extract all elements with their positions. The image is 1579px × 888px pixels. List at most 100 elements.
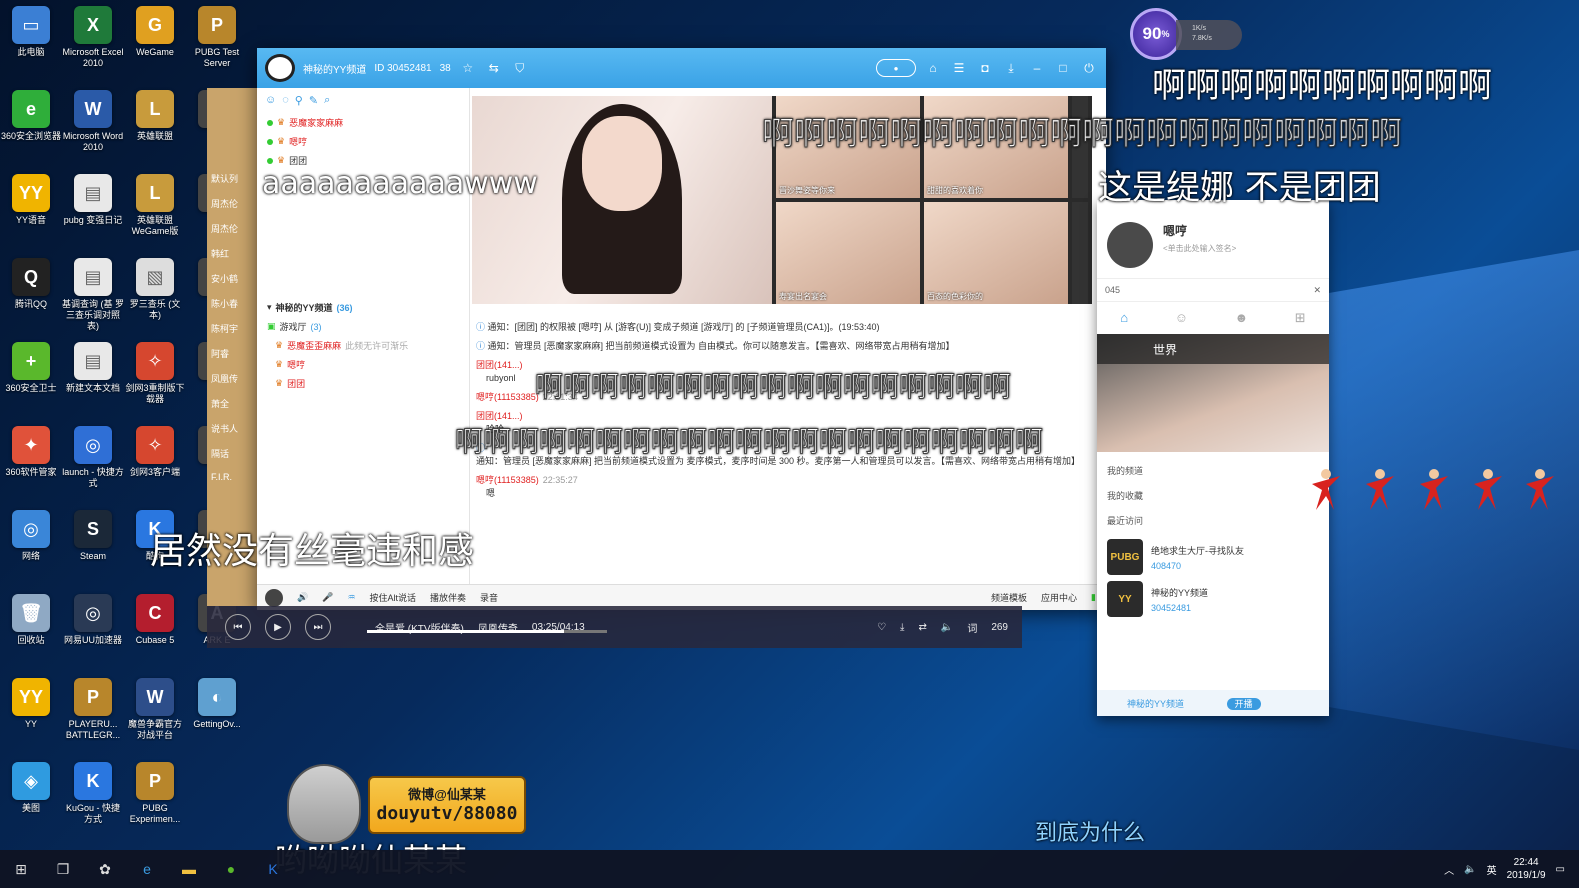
- start-live-button[interactable]: 开播: [1226, 698, 1261, 710]
- desktop-icon[interactable]: C Cubase 5: [124, 594, 186, 672]
- ie-icon[interactable]: e: [126, 850, 168, 888]
- template-button[interactable]: 频道模板: [991, 591, 1027, 604]
- record-button[interactable]: 录音: [480, 591, 498, 604]
- mini-menu-item[interactable]: 我的收藏: [1107, 483, 1319, 508]
- kugou-playlist-item[interactable]: 韩红: [207, 241, 257, 266]
- speaker-icon[interactable]: 🔊: [297, 592, 308, 603]
- task-view-icon[interactable]: ❐: [42, 850, 84, 888]
- kugou-playlist-item[interactable]: 说书人: [207, 416, 257, 441]
- progress-bar[interactable]: [367, 630, 607, 633]
- kugou-taskbar-icon[interactable]: K: [252, 850, 294, 888]
- desktop-icon[interactable]: ✦ 360软件管家: [0, 426, 62, 504]
- chat-icon[interactable]: ◌: [282, 94, 289, 107]
- kugou-playlist-item[interactable]: 隔话: [207, 441, 257, 466]
- desktop-icon[interactable]: P PUBG Test Server: [186, 6, 248, 84]
- desktop-icon[interactable]: S Steam: [62, 510, 124, 588]
- kugou-playlist-item[interactable]: 周杰伦: [207, 216, 257, 241]
- tab-home-icon[interactable]: ⌂: [1120, 310, 1128, 326]
- close-icon[interactable]: ✕: [1313, 285, 1321, 296]
- user-icon[interactable]: ☺: [265, 94, 276, 107]
- ime-indicator[interactable]: 英: [1487, 862, 1497, 877]
- 360-icon[interactable]: ●: [210, 850, 252, 888]
- heart-icon[interactable]: ♡: [877, 622, 886, 633]
- prev-button[interactable]: ⏮: [225, 614, 251, 640]
- desktop-icon[interactable]: ◎ 网易UU加速器: [62, 594, 124, 672]
- location-icon[interactable]: ⚲: [295, 94, 303, 107]
- desktop-icon[interactable]: P PLAYERU... BATTLEGR...: [62, 678, 124, 756]
- desktop-icon[interactable]: ◐ GettingOv...: [186, 678, 248, 756]
- desktop-icon[interactable]: W 魔兽争霸官方对战平台: [124, 678, 186, 756]
- member-row[interactable]: ♛ 嗯哼: [257, 132, 469, 151]
- room-member-row[interactable]: ♛ 嗯哼: [257, 355, 469, 374]
- edit-icon[interactable]: ✎: [309, 94, 318, 107]
- minimize-icon[interactable]: –: [1028, 59, 1046, 77]
- mini-banner[interactable]: 世界: [1097, 334, 1329, 452]
- kugou-playlist-item[interactable]: 周杰伦: [207, 191, 257, 216]
- accompaniment-button[interactable]: 播放伴奏: [430, 591, 466, 604]
- desktop-icon[interactable]: K KuGou - 快捷方式: [62, 762, 124, 840]
- desktop-icon[interactable]: ✧ 剑网3重制版下载器: [124, 342, 186, 420]
- play-button[interactable]: ▶: [265, 614, 291, 640]
- video-thumbnail[interactable]: 寿宴出名宴会: [776, 202, 920, 304]
- kugou-playlist-item[interactable]: 陈柯宇: [207, 316, 257, 341]
- desktop-icon[interactable]: 🗑 回收站: [0, 594, 62, 672]
- shield-icon[interactable]: ⛉: [511, 59, 529, 77]
- kugou-playlist-item[interactable]: 阿睿: [207, 341, 257, 366]
- tray-arrow-icon[interactable]: ︿: [1444, 862, 1454, 877]
- app-center-button[interactable]: 应用中心: [1041, 591, 1077, 604]
- desktop-icon[interactable]: YY YY语音: [0, 174, 62, 252]
- maximize-icon[interactable]: □: [1054, 59, 1072, 77]
- desktop-icon[interactable]: ✧ 剑网3客户端: [124, 426, 186, 504]
- tab-apps-icon[interactable]: ⊞: [1295, 310, 1306, 326]
- kugou-playlist-item[interactable]: 陈小春: [207, 291, 257, 316]
- channel-root[interactable]: ▾ 神秘的YY频道 (36): [257, 298, 469, 317]
- equalizer-icon[interactable]: ♒: [347, 592, 355, 603]
- mini-menu-item[interactable]: 最近访问: [1107, 508, 1319, 533]
- desktop-icon[interactable]: L 英雄联盟: [124, 90, 186, 168]
- member-row[interactable]: ♛ 恶魔家家麻麻: [257, 113, 469, 132]
- mini-menu-item[interactable]: 我的频道: [1107, 458, 1319, 483]
- mini-channel[interactable]: PUBG 绝地求生大厅-寻找队友 408470: [1107, 539, 1319, 575]
- download-icon[interactable]: ⤓: [900, 622, 904, 633]
- desktop-icon[interactable]: e 360安全浏览器: [0, 90, 62, 168]
- mic-icon[interactable]: 🎤: [322, 592, 333, 603]
- mini-search[interactable]: 045 ✕: [1097, 278, 1329, 302]
- room-row[interactable]: ▣ 游戏厅 (3): [257, 317, 469, 336]
- download-icon[interactable]: ⤓: [1002, 59, 1020, 77]
- volume-icon[interactable]: 🔈: [1464, 864, 1476, 875]
- mini-channel[interactable]: YY 神秘的YY频道 30452481: [1107, 581, 1319, 617]
- avatar[interactable]: [1107, 222, 1153, 268]
- room-member-row[interactable]: ♛ 团团: [257, 374, 469, 393]
- kugou-playlist-item[interactable]: 安小鹤: [207, 266, 257, 291]
- power-icon[interactable]: ⏻: [1080, 59, 1098, 77]
- desktop-icon[interactable]: P PUBG Experimen...: [124, 762, 186, 840]
- room-member-row[interactable]: ♛ 恶魔歪歪麻麻 此频无许可渐乐: [257, 336, 469, 355]
- clock[interactable]: 22:44 2019/1/9: [1507, 856, 1546, 882]
- desktop-icon[interactable]: ▭ 此电脑: [0, 6, 62, 84]
- home-icon[interactable]: ⌂: [924, 59, 942, 77]
- footer-channel[interactable]: 神秘的YY频道: [1127, 699, 1184, 709]
- desktop-icon[interactable]: YY YY: [0, 678, 62, 756]
- desktop-icon[interactable]: ▧ 罗三查乐 (文本): [124, 258, 186, 336]
- desktop-icon[interactable]: ◎ launch - 快捷方式: [62, 426, 124, 504]
- desktop-icon[interactable]: ▤ pubg 变强日记: [62, 174, 124, 252]
- kugou-playlist-item[interactable]: F.I.R.: [207, 466, 257, 488]
- net-speed-widget[interactable]: 90% 1K/s 7.8K/s: [1130, 8, 1244, 60]
- folder-icon[interactable]: ▬: [168, 850, 210, 888]
- star-icon[interactable]: ☆: [459, 59, 477, 77]
- next-button[interactable]: ⏭: [305, 614, 331, 640]
- toggle-switch[interactable]: ●: [876, 59, 916, 77]
- tab-friends-icon[interactable]: ☺: [1175, 310, 1188, 326]
- desktop-icon[interactable]: +360安全卫士: [0, 342, 62, 420]
- loop-icon[interactable]: ⇄: [918, 622, 926, 633]
- playlist-count[interactable]: 269: [991, 622, 1008, 633]
- desktop-icon[interactable]: ▤ 新建文本文档: [62, 342, 124, 420]
- list-icon[interactable]: ☰: [950, 59, 968, 77]
- video-thumbnail[interactable]: 百态的色彩你的: [924, 202, 1068, 304]
- desktop-icon[interactable]: ◎ 网络: [0, 510, 62, 588]
- desktop-icon[interactable]: Q 腾讯QQ: [0, 258, 62, 336]
- desktop-icon[interactable]: G WeGame: [124, 6, 186, 84]
- app-icon[interactable]: ✿: [84, 850, 126, 888]
- lyrics-icon[interactable]: 词: [967, 620, 977, 635]
- kugou-playlist-item[interactable]: 凤凰传: [207, 366, 257, 391]
